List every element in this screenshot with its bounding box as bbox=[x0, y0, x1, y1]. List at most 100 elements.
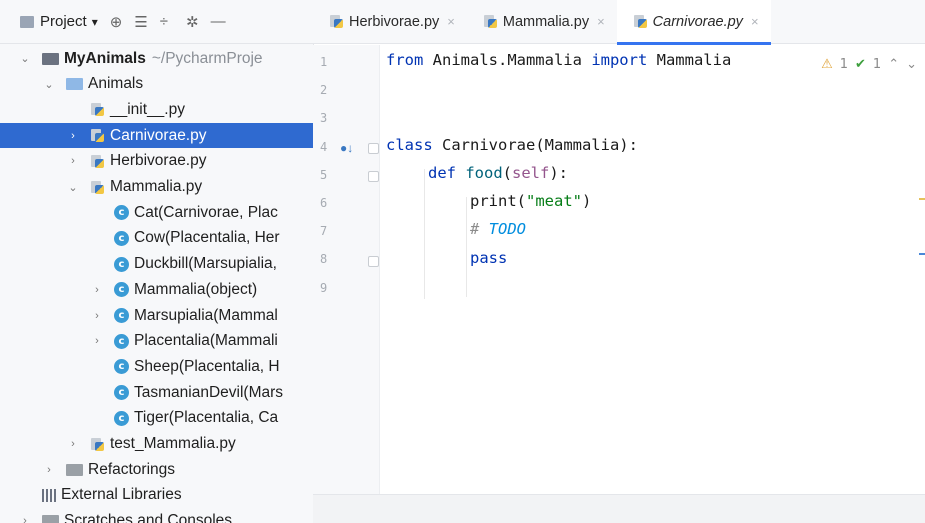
chevron-right-icon[interactable]: › bbox=[66, 155, 80, 167]
class-declaration: Carnivorae(Mammalia): bbox=[432, 136, 638, 154]
tree-item-label: test_Mammalia.py bbox=[110, 435, 236, 452]
close-icon[interactable]: × bbox=[597, 14, 605, 29]
tree-item-label: Herbivorae.py bbox=[110, 152, 207, 170]
project-tree: ⌄ MyAnimals ~/PycharmProje ⌄ Animals __init__… bbox=[0, 44, 313, 523]
tree-item[interactable]: › Scratches and Consoles bbox=[0, 509, 313, 523]
select-opened-file-icon[interactable]: ⊕ bbox=[110, 13, 123, 31]
chevron-right-icon[interactable]: › bbox=[66, 130, 80, 142]
tree-item[interactable]: c Sheep(Placentalia, H bbox=[0, 354, 313, 379]
python-file-icon bbox=[329, 14, 344, 29]
tree-item[interactable]: ⌄ Animals bbox=[0, 72, 313, 97]
indent-guide bbox=[466, 197, 467, 297]
chevron-right-icon[interactable]: › bbox=[90, 335, 104, 347]
close-icon[interactable]: × bbox=[751, 14, 759, 29]
python-file-icon bbox=[90, 437, 105, 452]
function-name: food bbox=[465, 164, 503, 182]
tree-item[interactable]: __init__.py bbox=[0, 97, 313, 122]
hide-icon[interactable]: — bbox=[211, 13, 226, 30]
chevron-down-icon[interactable]: ▾ bbox=[92, 15, 98, 29]
editor-tab[interactable]: Carnivorae.py × bbox=[616, 0, 771, 45]
chevron-down-icon[interactable]: ⌄ bbox=[66, 181, 80, 194]
gear-icon[interactable]: ✲ bbox=[186, 13, 199, 31]
line-number: 4 bbox=[320, 139, 328, 154]
fold-marker-icon[interactable] bbox=[368, 171, 379, 182]
folder-icon bbox=[66, 463, 83, 476]
project-path: ~/PycharmProje bbox=[151, 49, 263, 67]
python-file-icon bbox=[483, 14, 498, 29]
code-line-7: # TODO bbox=[470, 220, 526, 238]
chevron-right-icon[interactable]: › bbox=[18, 515, 32, 523]
line-number: 2 bbox=[320, 83, 328, 98]
ok-count: 1 bbox=[872, 57, 882, 72]
tree-item-label: Placentalia(Mammali bbox=[134, 332, 278, 350]
tree-item[interactable]: ⌄ Mammalia.py bbox=[0, 175, 313, 200]
inspection-widget[interactable]: ⚠ 1 ✔ 1 ⌃ ⌄ bbox=[821, 57, 917, 72]
fold-marker-icon[interactable] bbox=[368, 256, 379, 267]
class-icon: c bbox=[114, 359, 129, 375]
tree-item[interactable]: › c Mammalia(object) bbox=[0, 277, 313, 302]
tree-item[interactable]: › c Placentalia(Mammali bbox=[0, 329, 313, 354]
project-toolbar: Project ▾ ⊕ ☰ ÷ ✲ — bbox=[0, 0, 313, 44]
module-name: Animals.Mammalia bbox=[423, 51, 592, 69]
python-file-icon bbox=[90, 102, 105, 117]
chevron-right-icon[interactable]: › bbox=[42, 464, 56, 476]
indent-guide bbox=[424, 169, 425, 299]
tree-item[interactable]: › c Marsupialia(Mammal bbox=[0, 303, 313, 328]
tree-item[interactable]: ⌄ MyAnimals ~/PycharmProje bbox=[0, 46, 313, 71]
folder-icon bbox=[66, 78, 83, 91]
tab-label: Herbivorae.py bbox=[349, 13, 440, 30]
previous-highlight-icon[interactable]: ⌃ bbox=[888, 57, 899, 72]
todo-stripe-marker[interactable] bbox=[919, 253, 925, 255]
tree-item[interactable]: c Tiger(Placentalia, Ca bbox=[0, 406, 313, 431]
python-file-icon bbox=[90, 180, 105, 195]
string-literal: "meat" bbox=[526, 192, 582, 210]
editor-tab[interactable]: Herbivorae.py × bbox=[313, 0, 467, 44]
tree-item[interactable]: c Duckbill(Marsupialia, bbox=[0, 252, 313, 277]
tree-item-label: Animals bbox=[88, 75, 144, 93]
fold-marker-icon[interactable] bbox=[368, 143, 379, 154]
tree-item-label: Refactorings bbox=[88, 460, 176, 478]
line-number: 8 bbox=[320, 252, 328, 267]
chevron-down-icon[interactable]: ⌄ bbox=[18, 52, 32, 65]
chevron-right-icon[interactable]: › bbox=[66, 438, 80, 450]
tree-item-label: Carnivorae.py bbox=[110, 126, 207, 144]
class-icon: c bbox=[114, 230, 129, 246]
chevron-right-icon[interactable]: › bbox=[90, 284, 104, 296]
close-icon[interactable]: × bbox=[447, 14, 455, 29]
tree-item[interactable]: c TasmanianDevil(Mars bbox=[0, 380, 313, 405]
tab-label: Mammalia.py bbox=[502, 13, 590, 30]
line-number: 6 bbox=[320, 196, 328, 210]
tree-item[interactable]: › Carnivorae.py bbox=[0, 123, 313, 149]
editor-gutter: ●↓ 1 2 3 4 5 6 7 8 9 bbox=[313, 45, 380, 495]
warning-icon: ⚠ bbox=[821, 57, 833, 72]
next-highlight-icon[interactable]: ⌄ bbox=[906, 57, 917, 72]
libraries-icon bbox=[42, 488, 57, 502]
print-call: print( bbox=[470, 192, 526, 210]
expand-all-icon[interactable]: ☰ bbox=[134, 13, 147, 31]
python-file-icon bbox=[633, 14, 648, 29]
code-line-8: pass bbox=[470, 249, 507, 267]
tree-item[interactable]: › Herbivorae.py bbox=[0, 149, 313, 174]
editor-tab[interactable]: Mammalia.py × bbox=[467, 0, 617, 44]
comment: # bbox=[470, 220, 489, 238]
tree-item[interactable]: External Libraries bbox=[0, 483, 313, 508]
code-line-6: print("meat") bbox=[470, 192, 591, 210]
tree-item[interactable]: c Cat(Carnivorae, Plac bbox=[0, 200, 313, 225]
tree-item[interactable]: › Refactorings bbox=[0, 457, 313, 482]
chevron-down-icon[interactable]: ⌄ bbox=[42, 78, 56, 91]
collapse-all-icon[interactable]: ÷ bbox=[160, 13, 168, 30]
tree-item-label: Scratches and Consoles bbox=[64, 512, 233, 523]
paren: ): bbox=[549, 164, 569, 182]
paren: ( bbox=[502, 164, 513, 182]
chevron-right-icon[interactable]: › bbox=[90, 310, 104, 322]
code-editor[interactable]: from Animals.Mammalia import Mammalia cl… bbox=[380, 45, 925, 495]
tree-item[interactable]: c Cow(Placentalia, Her bbox=[0, 226, 313, 251]
python-file-icon bbox=[90, 154, 105, 169]
warning-stripe-marker[interactable] bbox=[919, 198, 925, 200]
implemented-marker-icon[interactable]: ●↓ bbox=[340, 141, 353, 155]
class-icon: c bbox=[114, 308, 129, 323]
project-view-selector[interactable]: Project bbox=[40, 13, 87, 30]
tree-item[interactable]: › test_Mammalia.py bbox=[0, 432, 313, 457]
class-icon: c bbox=[114, 282, 129, 298]
tree-item-label: Marsupialia(Mammal bbox=[134, 306, 278, 324]
